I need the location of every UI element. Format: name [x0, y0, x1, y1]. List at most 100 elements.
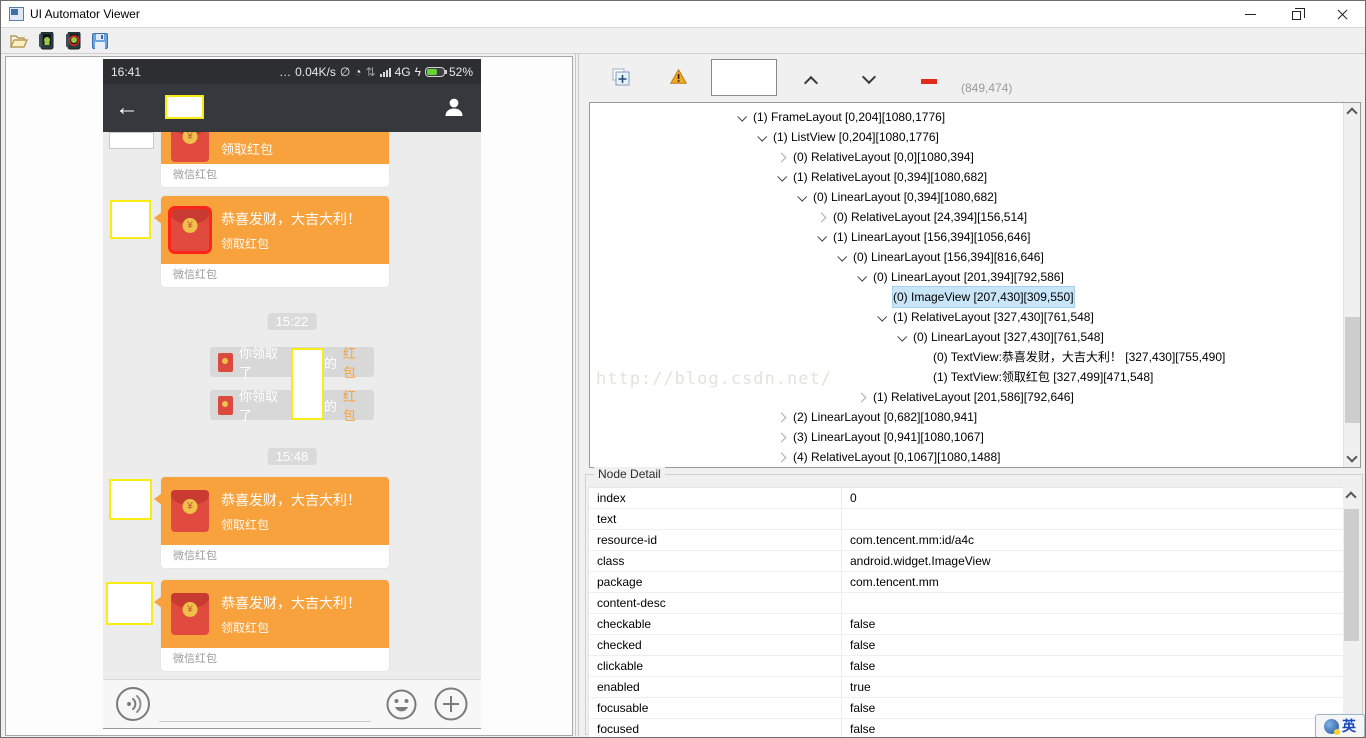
bubble-footer: 微信红包	[161, 164, 389, 187]
chevron-down-icon[interactable]	[837, 251, 848, 262]
chevron-down-icon[interactable]	[857, 271, 868, 282]
chevron-down-icon[interactable]	[737, 111, 748, 122]
tree-node-label: (3) LinearLayout [0,941][1080,1067]	[793, 430, 984, 444]
bubble-title: 恭喜发财，大吉大利！	[221, 210, 361, 227]
detail-scrollbar[interactable]	[1343, 487, 1360, 734]
tree-node[interactable]: (1) FrameLayout [0,204][1080,1776]	[590, 107, 1343, 127]
avatar	[109, 132, 154, 149]
red-packet-icon-selected	[168, 206, 212, 254]
detail-row[interactable]: checked false	[589, 635, 1343, 656]
ime-language-bar[interactable]: 英	[1315, 714, 1365, 737]
tree-node-label: (1) RelativeLayout [201,586][792,646]	[873, 390, 1074, 404]
detail-row[interactable]: focusable false	[589, 698, 1343, 719]
tree-node-label: (0) LinearLayout [201,394][792,586]	[873, 270, 1064, 284]
chevron-down-icon[interactable]	[757, 131, 768, 142]
chevron-right-icon[interactable]	[776, 152, 787, 162]
chevron-right-icon[interactable]	[856, 392, 867, 402]
detail-row[interactable]: index 0	[589, 488, 1343, 509]
scroll-down-icon[interactable]	[1346, 451, 1358, 463]
detail-row[interactable]: resource-id com.tencent.mm:id/a4c	[589, 530, 1343, 551]
tree-node[interactable]: (0) RelativeLayout [24,394][156,514]	[590, 207, 1343, 227]
tree-node[interactable]: (1) TextView:领取红包 [327,499][471,548]	[590, 367, 1343, 387]
chevron-down-icon[interactable]	[797, 191, 808, 202]
detail-key: checkable	[589, 614, 842, 634]
tree-node[interactable]: (0) ImageView [207,430][309,550]	[590, 286, 1343, 308]
scroll-thumb[interactable]	[1344, 509, 1359, 641]
close-button[interactable]	[1319, 1, 1365, 27]
detail-row[interactable]: enabled true	[589, 677, 1343, 698]
tree-node[interactable]: (0) LinearLayout [327,430][761,548]	[590, 327, 1343, 347]
scroll-thumb[interactable]	[1345, 317, 1360, 423]
detail-value	[842, 509, 1343, 529]
bubble-tail	[154, 212, 162, 224]
detail-key: index	[589, 488, 842, 508]
save-icon[interactable]	[90, 31, 110, 51]
tree-rows: (1) FrameLayout [0,204][1080,1776] (1) Li…	[590, 107, 1343, 467]
tree-node[interactable]: (0) TextView:恭喜发财，大吉大利！ [327,430][755,49…	[590, 347, 1343, 367]
detail-row[interactable]: checkable false	[589, 614, 1343, 635]
find-previous-icon[interactable]	[805, 74, 817, 86]
tree-node[interactable]: (0) LinearLayout [201,394][792,586]	[590, 267, 1343, 287]
title-bar: UI Automator Viewer	[1, 1, 1365, 27]
chevron-right-icon[interactable]	[776, 432, 787, 442]
tree-search-input[interactable]	[711, 59, 777, 96]
chat-input-bar	[103, 679, 481, 728]
detail-row[interactable]: content-desc	[589, 593, 1343, 614]
detail-value: com.tencent.mm	[850, 575, 939, 589]
detail-value: android.widget.ImageView	[850, 554, 991, 568]
tree-node-label: (0) LinearLayout [0,394][1080,682]	[813, 190, 998, 204]
red-packet-icon	[171, 490, 209, 532]
expand-all-icon[interactable]	[612, 68, 630, 86]
tree-node[interactable]: (0) RelativeLayout [0,0][1080,394]	[590, 147, 1343, 167]
detail-row[interactable]: focused false	[589, 719, 1343, 737]
chevron-right-icon[interactable]	[816, 212, 827, 222]
ime-language-label: 英	[1342, 718, 1356, 734]
minimize-button[interactable]	[1227, 1, 1273, 27]
ime-globe-icon	[1324, 718, 1340, 735]
detail-row[interactable]: class android.widget.ImageView	[589, 551, 1343, 572]
leaf-spacer	[918, 374, 925, 381]
tree-node[interactable]: (3) LinearLayout [0,941][1080,1067]	[590, 427, 1343, 447]
tree-node[interactable]: (4) RelativeLayout [0,1067][1080,1488]	[590, 447, 1343, 467]
avatar-covered	[109, 479, 152, 520]
red-packet-message: 恭喜发财，大吉大利！ 领取红包 微信红包	[154, 196, 389, 287]
notif-highlight: 红包	[342, 389, 356, 423]
detail-row[interactable]: clickable false	[589, 656, 1343, 677]
chevron-down-icon[interactable]	[877, 311, 888, 322]
bubble-action: 领取红包	[221, 620, 270, 635]
remove-icon[interactable]	[921, 79, 937, 84]
chevron-right-icon[interactable]	[776, 412, 787, 422]
red-packet-message: 领取红包 微信红包	[161, 132, 389, 187]
tree-node[interactable]: (1) LinearLayout [156,394][1056,646]	[590, 227, 1343, 247]
tree-node[interactable]: (0) LinearLayout [0,394][1080,682]	[590, 187, 1343, 207]
tree-node[interactable]: (1) RelativeLayout [201,586][792,646]	[590, 387, 1343, 407]
tree-node[interactable]: (2) LinearLayout [0,682][1080,941]	[590, 407, 1343, 427]
device-screenshot-icon[interactable]	[36, 31, 56, 51]
device-screenshot-compressed-icon[interactable]	[63, 31, 83, 51]
bubble-tail	[154, 493, 162, 505]
tree-scrollbar[interactable]	[1343, 103, 1360, 467]
find-next-icon[interactable]	[863, 72, 875, 84]
device-screenshot[interactable]: 16:41 … 0.04K/s ∅ ◔ ⇅ 4G ϟ 52% ← ¥ 领取红包 …	[103, 59, 481, 729]
bubble-footer: 微信红包	[161, 545, 389, 568]
tree-node[interactable]: (1) RelativeLayout [327,430][761,548]	[590, 307, 1343, 327]
tree-node[interactable]: (0) LinearLayout [156,394][816,646]	[590, 247, 1343, 267]
net-speed: 0.04K/s	[295, 64, 336, 79]
detail-row[interactable]: package com.tencent.mm	[589, 572, 1343, 593]
chevron-down-icon[interactable]	[897, 331, 908, 342]
restore-button[interactable]	[1273, 1, 1319, 27]
detail-key: package	[589, 572, 842, 592]
node-detail-title: Node Detail	[594, 467, 665, 481]
open-file-icon[interactable]	[9, 31, 29, 51]
tree-node[interactable]: (1) ListView [0,204][1080,1776]	[590, 127, 1343, 147]
warning-icon[interactable]	[670, 69, 687, 84]
detail-row[interactable]: text	[589, 509, 1343, 530]
notif-prefix: 你领取了	[239, 389, 279, 423]
chevron-right-icon[interactable]	[776, 452, 787, 462]
scroll-up-icon[interactable]	[1346, 107, 1358, 119]
chevron-down-icon[interactable]	[817, 231, 828, 242]
scroll-up-icon[interactable]	[1345, 491, 1357, 503]
detail-value: false	[850, 638, 876, 652]
chevron-down-icon[interactable]	[777, 171, 788, 182]
tree-node[interactable]: (1) RelativeLayout [0,394][1080,682]	[590, 167, 1343, 187]
